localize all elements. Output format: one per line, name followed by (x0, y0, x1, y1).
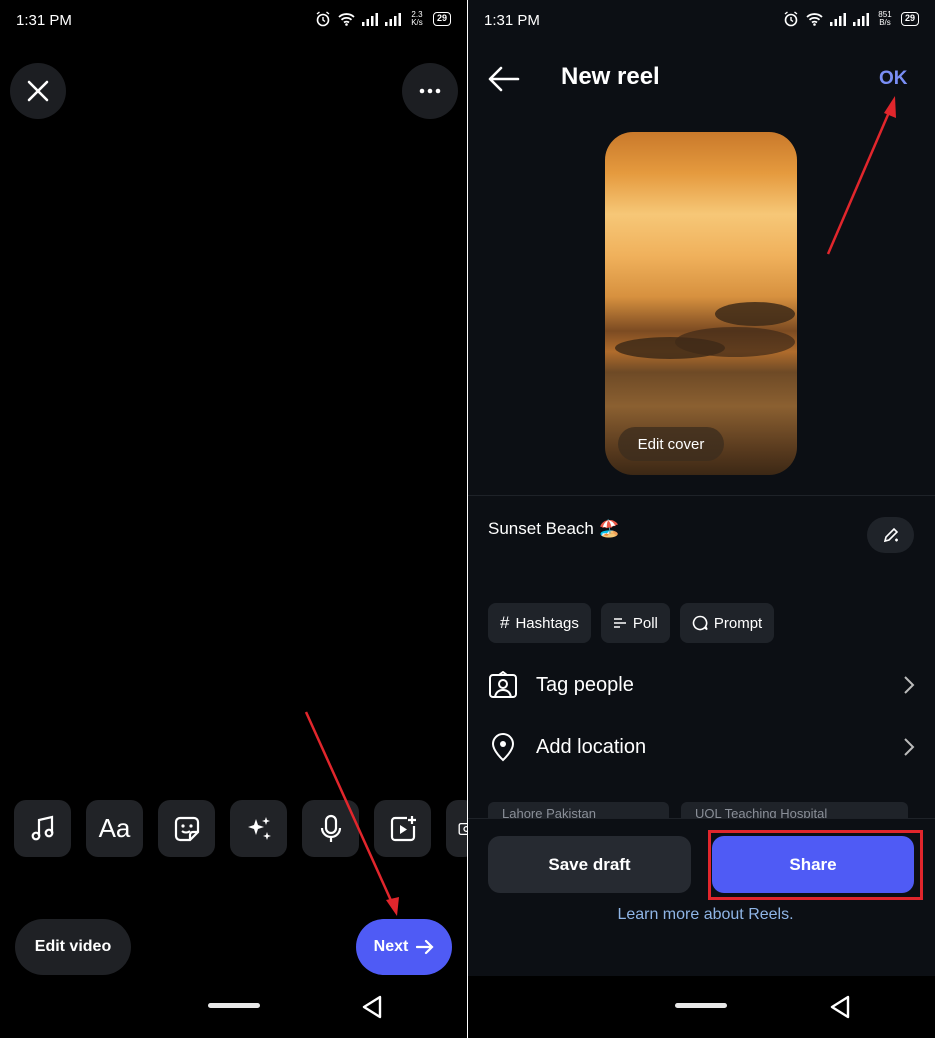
prompt-chip[interactable]: Prompt (679, 603, 775, 643)
edit-caption-button[interactable] (867, 517, 914, 553)
next-button[interactable]: Next (356, 919, 452, 975)
wifi-icon (338, 13, 355, 26)
edit-toolbar: Aa (14, 800, 467, 857)
sticker-icon (174, 816, 199, 841)
nav-back-icon[interactable] (829, 995, 851, 1019)
back-arrow-icon[interactable] (488, 66, 520, 92)
location-pin-icon (491, 733, 515, 762)
prompt-icon (692, 615, 708, 631)
tag-people-row[interactable]: Tag people (488, 663, 915, 707)
caption-text[interactable]: Sunset Beach 🏖️ (488, 519, 620, 539)
sparkles-icon (247, 816, 271, 840)
effects-tool-button[interactable] (230, 800, 287, 857)
system-nav-bar (468, 976, 935, 1038)
alarm-icon (316, 11, 330, 27)
chevron-right-icon (904, 738, 915, 756)
reel-cover-preview (605, 132, 797, 475)
add-location-row[interactable]: Add location (488, 725, 915, 769)
system-nav-bar (0, 976, 467, 1038)
hash-icon: # (500, 613, 510, 632)
poll-icon (613, 618, 626, 628)
hashtags-chip[interactable]: # Hashtags (488, 603, 591, 643)
sticker-tool-button[interactable] (158, 800, 215, 857)
row-label: Tag people (536, 673, 634, 696)
signal-icon-2 (852, 12, 869, 26)
alarm-icon (784, 11, 798, 27)
music-tool-button[interactable] (14, 800, 71, 857)
tag-people-icon (489, 671, 517, 698)
network-speed: 2.3 K/s (411, 10, 423, 27)
status-bar: 1:31 PM 2.3 K/s 29 (0, 0, 467, 40)
edit-reel-screen: 1:31 PM 2.3 K/s 29 Aa Edit video Next (0, 0, 467, 1038)
status-time: 1:31 PM (16, 12, 72, 29)
action-panel: Save draft Share Learn more about Reels. (468, 818, 935, 976)
battery-indicator: 29 (432, 12, 451, 26)
text-icon: Aa (98, 813, 131, 843)
arrow-right-icon (416, 939, 434, 955)
next-label: Next (373, 938, 409, 955)
close-button[interactable] (10, 63, 66, 119)
chevron-right-icon (904, 676, 915, 694)
wifi-icon (806, 13, 823, 26)
status-bar: 1:31 PM 851 B/s 29 (468, 0, 935, 40)
poll-chip[interactable]: Poll (600, 603, 670, 643)
voiceover-tool-button[interactable] (302, 800, 359, 857)
status-time: 1:31 PM (484, 12, 540, 29)
row-label: Add location (536, 735, 647, 758)
add-clip-icon (390, 815, 416, 841)
text-tool-button[interactable]: Aa (86, 800, 143, 857)
camera-tool-button[interactable] (446, 800, 467, 857)
page-title: New reel (561, 63, 660, 90)
share-button[interactable]: Share (712, 836, 914, 893)
pencil-icon (883, 527, 898, 543)
signal-icon (361, 12, 378, 26)
home-gesture-bar[interactable] (208, 1003, 260, 1008)
add-clip-tool-button[interactable] (374, 800, 431, 857)
signal-icon (829, 12, 846, 26)
camera-icon (458, 822, 467, 835)
battery-indicator: 29 (900, 12, 919, 26)
chip-label: Hashtags (515, 614, 579, 632)
ok-button[interactable]: OK (879, 68, 908, 90)
annotation-arrow-next (304, 711, 399, 916)
music-note-icon (31, 815, 53, 840)
new-reel-screen: 1:31 PM 851 B/s 29 New reel OK Edit cover… (468, 0, 935, 1038)
divider (468, 495, 935, 496)
signal-icon-2 (384, 12, 401, 26)
nav-back-icon[interactable] (361, 995, 383, 1019)
chip-label: Poll (632, 614, 658, 632)
more-options-button[interactable] (402, 63, 458, 119)
close-icon (27, 80, 49, 102)
edit-cover-button[interactable]: Edit cover (618, 427, 724, 461)
save-draft-button[interactable]: Save draft (488, 836, 691, 893)
network-speed: 851 B/s (878, 10, 892, 27)
caption-chips: # Hashtags Poll Prompt (488, 603, 775, 643)
more-dots-icon (419, 88, 441, 94)
microphone-icon (320, 814, 341, 842)
learn-more-link[interactable]: Learn more about Reels. (468, 906, 935, 924)
edit-video-button[interactable]: Edit video (15, 919, 131, 975)
home-gesture-bar[interactable] (675, 1003, 727, 1008)
chip-label: Prompt (713, 614, 763, 632)
